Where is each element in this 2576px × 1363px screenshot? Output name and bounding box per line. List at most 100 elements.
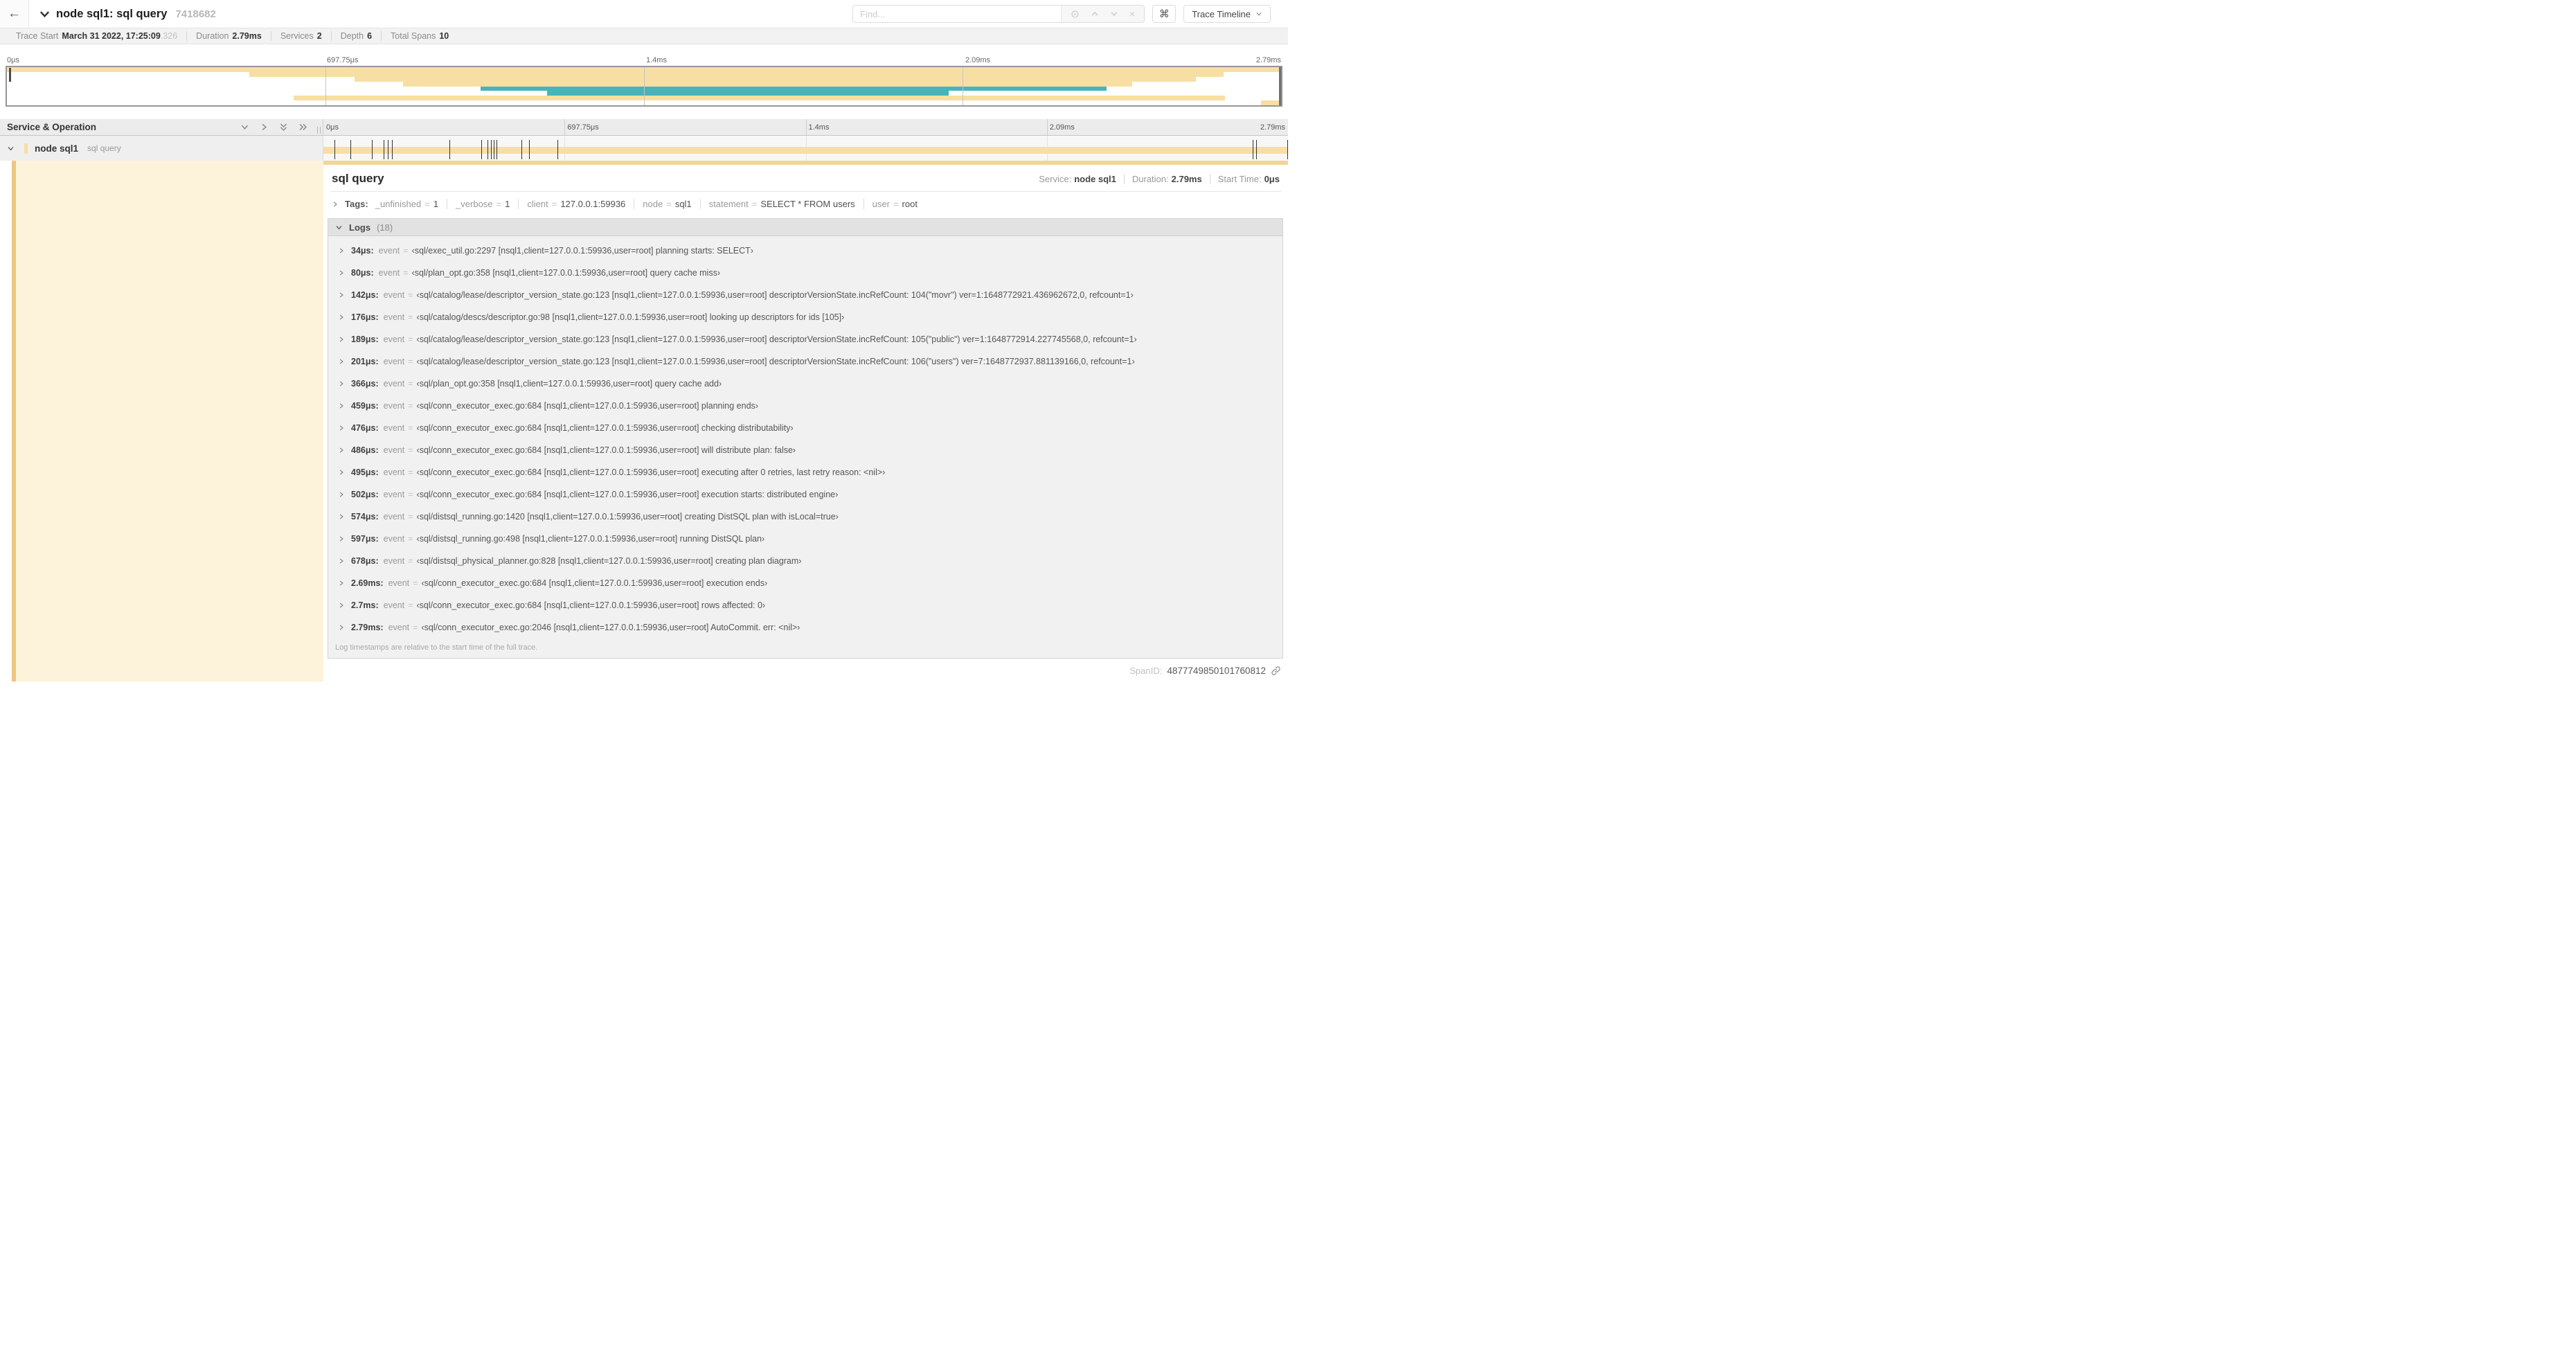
prev-result-icon[interactable]: [1091, 10, 1099, 18]
timeline-header-row: Service & Operation 0μs 697.75μs 1.4ms 2…: [0, 119, 1288, 136]
log-value: ‹sql/catalog/descs/descriptor.go:98 [nsq…: [416, 312, 845, 322]
log-timestamp: 502μs:: [351, 490, 379, 499]
expand-log-chevron-icon[interactable]: [338, 577, 345, 591]
column-resize-grip[interactable]: [317, 127, 321, 134]
log-field: event: [378, 246, 400, 256]
log-field: event: [383, 423, 405, 433]
expand-log-chevron-icon[interactable]: [338, 333, 345, 347]
collapse-logs-chevron-icon[interactable]: [335, 224, 343, 231]
collapse-children-chevron-icon[interactable]: [7, 145, 15, 152]
expand-tags-chevron-icon[interactable]: [332, 201, 339, 208]
expand-log-chevron-icon[interactable]: [338, 267, 345, 280]
span-row-timeline[interactable]: [323, 136, 1288, 161]
span-detail-header: sql query Service: node sql1 Duration: 2.7…: [323, 165, 1288, 191]
log-timestamp: 678μs:: [351, 556, 379, 566]
log-row[interactable]: 201μs: event = ‹sql/catalog/lease/descripto…: [328, 350, 1282, 373]
next-result-icon[interactable]: [1110, 10, 1118, 18]
log-row[interactable]: 34μs: event = ‹sql/exec_util.go:2297 [nsql1…: [328, 240, 1282, 262]
log-field: event: [383, 512, 405, 522]
ruler-gridline: [805, 119, 807, 135]
tags-label: Tags:: [345, 199, 368, 209]
logs-title: Logs: [349, 222, 371, 233]
log-row[interactable]: 459μs: event = ‹sql/conn_executor_exec.go:6…: [328, 395, 1282, 417]
log-field: event: [383, 335, 405, 344]
log-row[interactable]: 574μs: event = ‹sql/distsql_running.go:1420…: [328, 506, 1282, 528]
log-row[interactable]: 142μs: event = ‹sql/catalog/lease/descripto…: [328, 284, 1282, 306]
log-row[interactable]: 597μs: event = ‹sql/distsql_running.go:498 …: [328, 528, 1282, 550]
log-row[interactable]: 2.79ms: event = ‹sql/conn_executor_exec.go:…: [328, 616, 1282, 639]
span-row-node-sql1[interactable]: node sql1 sql query: [0, 136, 1288, 161]
log-row[interactable]: 366μs: event = ‹sql/plan_opt.go:358 [nsql1,…: [328, 373, 1282, 395]
expand-log-chevron-icon[interactable]: [338, 621, 345, 635]
logs-header[interactable]: Logs (18): [328, 219, 1282, 236]
log-field: event: [383, 312, 405, 322]
find-group: ×: [852, 5, 1145, 23]
expand-log-chevron-icon[interactable]: [338, 599, 345, 613]
expand-log-chevron-icon[interactable]: [338, 289, 345, 303]
service-name: node sql1: [35, 143, 79, 154]
keyboard-shortcuts-button[interactable]: ⌘: [1152, 5, 1177, 23]
log-timestamp: 574μs:: [351, 512, 379, 522]
trace-summary-bar: Trace Start March 31 2022, 17:25:09.326 …: [0, 28, 1288, 44]
span-row-name-column: node sql1 sql query: [0, 136, 323, 161]
expand-log-chevron-icon[interactable]: [338, 466, 345, 480]
log-row[interactable]: 176μs: event = ‹sql/catalog/descs/descripto…: [328, 306, 1282, 328]
expand-log-chevron-icon[interactable]: [338, 488, 345, 502]
expand-one-icon[interactable]: [260, 123, 269, 132]
find-tools: ×: [1061, 6, 1145, 22]
expand-log-chevron-icon[interactable]: [338, 244, 345, 258]
collapse-one-icon[interactable]: [240, 123, 249, 132]
expand-log-chevron-icon[interactable]: [338, 555, 345, 569]
expand-log-chevron-icon[interactable]: [338, 355, 345, 369]
log-field: event: [383, 379, 405, 389]
log-row[interactable]: 476μs: event = ‹sql/conn_executor_exec.go:6…: [328, 417, 1282, 439]
minimap-left-scrubber-handle[interactable]: [9, 68, 11, 82]
log-timestamp: 80μs:: [351, 268, 374, 278]
log-timestamp: 34μs:: [351, 246, 374, 256]
collapse-controls: [240, 123, 323, 132]
minimap-span-bar: [249, 71, 1224, 77]
log-timestamp: 459μs:: [351, 401, 379, 411]
clear-search-icon[interactable]: ×: [1129, 8, 1135, 19]
collapse-all-icon[interactable]: [279, 123, 288, 132]
log-row[interactable]: 2.7ms: event = ‹sql/conn_executor_exec.go:6…: [328, 594, 1282, 616]
span-duration-bar[interactable]: [323, 147, 1288, 154]
minimap-canvas[interactable]: [6, 66, 1282, 107]
log-value: ‹sql/plan_opt.go:358 [nsql1,client=127.0…: [411, 268, 721, 278]
minimap-gridline: [325, 67, 326, 105]
span-id-value: 4877749850101760812: [1167, 666, 1266, 676]
locate-icon[interactable]: [1071, 10, 1080, 19]
log-row[interactable]: 189μs: event = ‹sql/catalog/lease/descripto…: [328, 328, 1282, 350]
log-value: ‹sql/distsql_running.go:1420 [nsql1,clie…: [416, 512, 839, 522]
find-input[interactable]: [853, 6, 1062, 22]
log-timestamp: 2.69ms:: [351, 578, 384, 588]
log-row[interactable]: 502μs: event = ‹sql/conn_executor_exec.go:6…: [328, 483, 1282, 506]
log-timestamp: 176μs:: [351, 312, 379, 322]
log-row[interactable]: 486μs: event = ‹sql/conn_executor_exec.go:6…: [328, 439, 1282, 461]
expand-log-chevron-icon[interactable]: [338, 444, 345, 458]
log-row[interactable]: 495μs: event = ‹sql/conn_executor_exec.go:6…: [328, 461, 1282, 483]
log-timestamp: 597μs:: [351, 534, 379, 544]
expand-log-chevron-icon[interactable]: [338, 510, 345, 524]
log-value: ‹sql/distsql_running.go:498 [nsql1,clien…: [416, 534, 765, 544]
log-tick: [449, 140, 450, 159]
expand-log-chevron-icon[interactable]: [338, 422, 345, 436]
minimap-right-scrubber-handle[interactable]: [1279, 67, 1281, 105]
log-field: event: [383, 467, 405, 477]
expand-log-chevron-icon[interactable]: [338, 400, 345, 413]
trace-depth: Depth 6: [332, 31, 382, 41]
expand-log-chevron-icon[interactable]: [338, 533, 345, 546]
back-button[interactable]: ←: [0, 0, 29, 28]
expand-log-chevron-icon[interactable]: [338, 311, 345, 325]
collapse-trace-chevron-icon[interactable]: [39, 9, 50, 19]
log-tick: [1256, 140, 1258, 159]
deep-link-icon[interactable]: [1271, 666, 1281, 676]
trace-view-selector[interactable]: Trace Timeline: [1183, 5, 1271, 23]
log-row[interactable]: 678μs: event = ‹sql/distsql_physical_planne…: [328, 550, 1282, 572]
log-row[interactable]: 80μs: event = ‹sql/plan_opt.go:358 [nsql1,c…: [328, 262, 1282, 284]
log-tick: [557, 140, 558, 159]
expand-all-icon[interactable]: [298, 123, 307, 132]
tags-row[interactable]: Tags: _unfinished = 1 _verbose = 1 client = 127.…: [323, 192, 1288, 216]
log-row[interactable]: 2.69ms: event = ‹sql/conn_executor_exec.go:…: [328, 572, 1282, 594]
expand-log-chevron-icon[interactable]: [338, 377, 345, 391]
